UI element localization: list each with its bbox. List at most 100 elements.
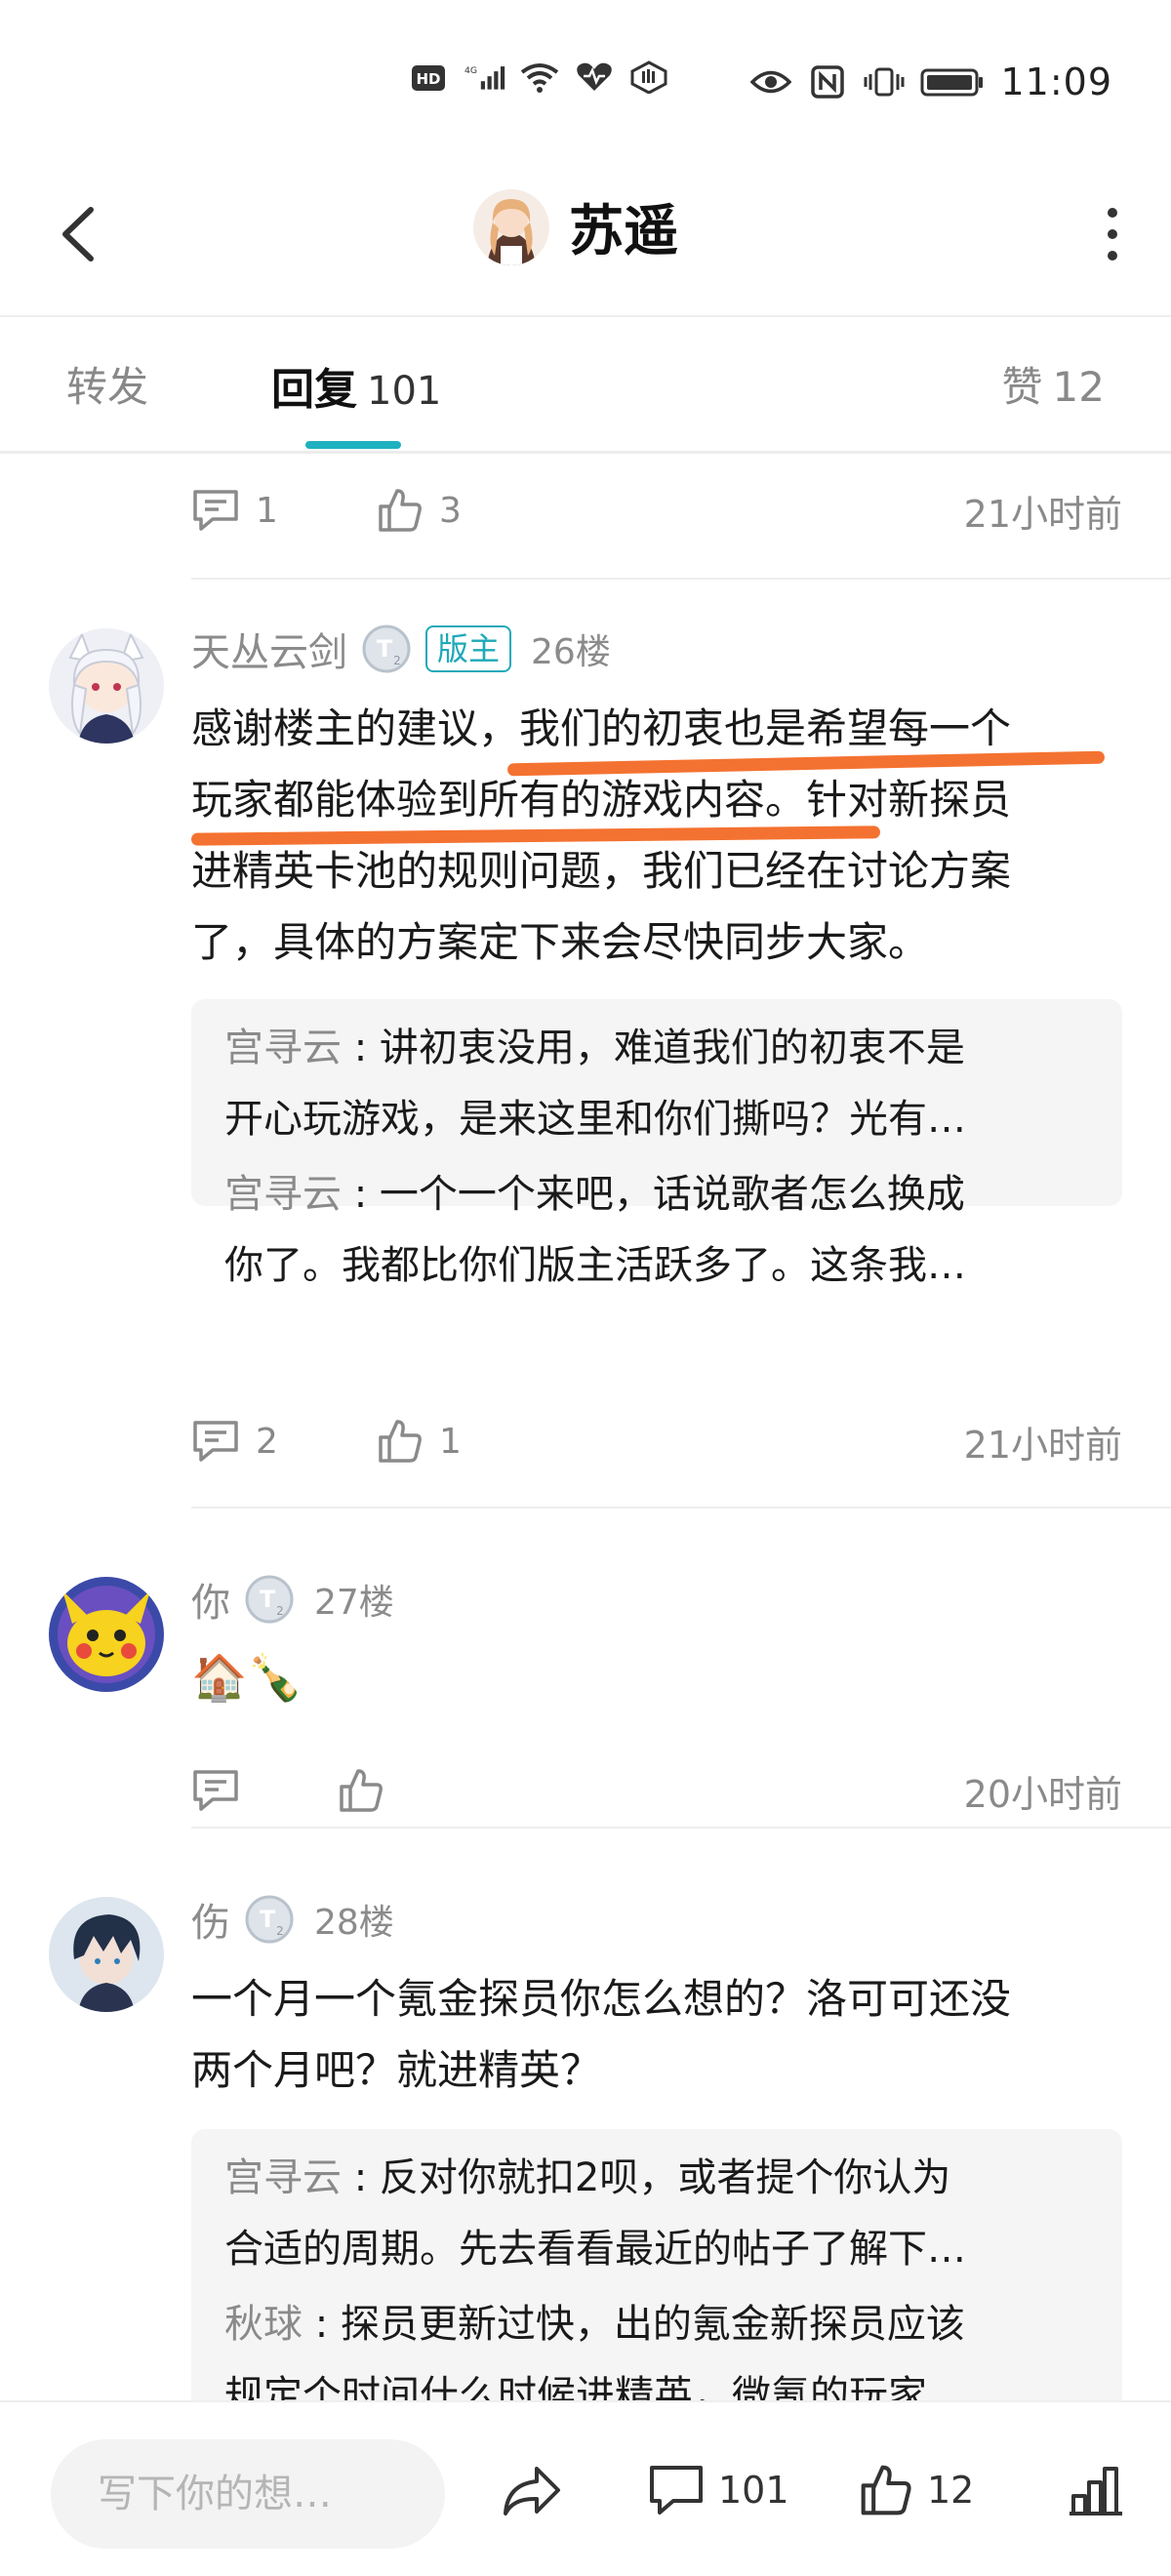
header-bar: 苏遥 [0,166,1171,317]
svg-text:T: T [260,1586,276,1613]
reply-post: 你 T2 27楼 🏠🍾 20小时前 [0,1526,1171,1858]
eye-comfort-icon [750,70,792,94]
heart-health-icon [577,62,612,91]
post-like-count: 12 [927,2469,975,2512]
divider [191,1507,1171,1509]
avatar[interactable] [49,1577,164,1692]
sub-reply-author[interactable]: 宫寻云 [224,1172,342,1217]
vibrate-icon [864,67,905,97]
tab-reply[interactable]: 回复 101 [271,354,441,417]
hd-icon: HD [412,65,445,91]
like-button[interactable]: 1 [377,1418,572,1465]
sub-reply[interactable]: 宫寻云 : 反对你就扣2呗，或者提个你认为 合适的周期。先去看看最近的帖子了解下… [224,2143,1089,2285]
stats-button[interactable] [1068,2441,1124,2539]
more-options-button[interactable] [1083,195,1142,273]
tab-reply-count: 101 [367,369,442,414]
svg-text:T: T [260,1906,276,1933]
moderator-badge: 版主 [425,625,512,672]
sub-reply[interactable]: 宫寻云 : 讲初衷没用，难道我们的初衷不是 开心玩游戏，是来这里和你们撕吗？光有… [224,1013,1089,1155]
like-button[interactable] [338,1767,533,1814]
author-row: 伤 T2 28楼 [191,1891,394,1948]
comments-button[interactable]: 101 [648,2441,789,2539]
comment-button[interactable]: 1 [191,488,377,533]
sub-reply-text-cont: 合适的周期。先去看看最近的帖子了解下… [224,2227,966,2272]
avatar[interactable] [49,628,164,744]
comment-icon [650,2466,703,2515]
divider [191,1827,1171,1829]
post-body-emoji: 🏠🍾 [191,1651,303,1704]
author-name[interactable]: 你 [191,1571,230,1628]
page-title-group[interactable]: 苏遥 [473,187,678,266]
sub-reply-text: 探员更新过快，出的氪金新探员应该 [340,2302,965,2347]
sub-reply-author[interactable]: 秋球 [224,2302,303,2347]
post-body-line: 玩家都能体验到所有的游戏内容。针对新探员 [191,776,1012,824]
author-name[interactable]: 伤 [191,1891,230,1948]
sub-reply-author[interactable]: 宫寻云 [224,2155,342,2200]
post-time: 21小时前 [963,1423,1122,1467]
back-button[interactable] [39,195,117,273]
tab-like-count: 12 [1052,363,1105,411]
tab-bar: 转发 回复 101 赞 12 [0,319,1171,454]
sub-reply-text-cont: 你了。我都比你们版主活跃多了。这条我… [224,1243,966,1288]
fox-girl-avatar-image [49,628,164,744]
avatar[interactable] [49,1897,164,2012]
tab-forward[interactable]: 转发 [66,354,148,414]
reply-feed[interactable]: 1 3 21小时前 天丛云剑 T2 版主 26楼 感谢楼主的建议，我们的初衷也是… [0,457,1171,2400]
page-title: 苏遥 [569,200,678,263]
sub-reply-text-cont: 开心玩游戏，是来这里和你们撕吗？光有… [224,1097,966,1142]
nfc-icon [811,65,845,99]
comments-count: 101 [718,2469,789,2512]
reply-post: 伤 T2 28楼 一个月一个氪金探员你怎么想的？洛可可还没 两个月吧？就进精英？… [0,1846,1171,2400]
battery-icon [920,68,984,97]
tab-like-label: 赞 [1001,363,1043,411]
sub-reply-text-cont: 规定个时间什么时候进精英，微氪的玩家 [224,2373,927,2400]
svg-text:2: 2 [393,654,401,667]
comment-icon [193,1770,238,1811]
post-body: 一个月一个氪金探员你怎么想的？洛可可还没 两个月吧？就进精英？ [191,1963,1128,2106]
level-badge-icon: T2 [245,1575,294,1624]
status-icons-left: HD 4G [410,60,669,94]
svg-text:4G: 4G [464,65,477,76]
post-body-line: 两个月吧？就进精英？ [191,2046,602,2094]
status-bar: HD 4G 11:09 [0,0,1171,166]
author-row: 你 T2 27楼 [191,1571,394,1628]
comment-count: 2 [256,1421,278,1462]
svg-text:HD: HD [416,70,440,88]
compose-reply-input[interactable]: 写下你的想… [51,2439,445,2549]
tab-like[interactable]: 赞 12 [1002,354,1105,414]
post-actions: 2 1 21小时前 [191,1407,1122,1475]
signal-4g-icon: 4G [464,65,505,90]
like-count: 3 [439,490,462,531]
comment-count: 1 [256,490,278,531]
author-row: 天丛云剑 T2 版主 26楼 [191,621,611,677]
share-button[interactable] [500,2441,564,2539]
thumbs-up-icon [340,1769,383,1812]
svg-text:2: 2 [276,1924,284,1938]
sub-reply[interactable]: 秋球 : 探员更新过快，出的氪金新探员应该 规定个时间什么时候进精英，微氪的玩家 [224,2289,1089,2400]
post-actions: 1 3 21小时前 [191,476,1122,544]
author-avatar[interactable] [473,188,549,265]
sub-replies-box[interactable]: 宫寻云 : 反对你就扣2呗，或者提个你认为 合适的周期。先去看看最近的帖子了解下… [191,2129,1122,2400]
tab-forward-label: 转发 [66,363,149,411]
post-body-line: 进精英卡池的规则问题，我们已经在讨论方案 [191,847,1012,895]
comment-icon [193,1421,238,1462]
divider [191,578,1171,580]
thumbs-up-icon [379,489,422,532]
post-actions: 20小时前 [191,1756,1122,1825]
sub-reply[interactable]: 宫寻云 : 一个一个来吧，话说歌者怎么换成 你了。我都比你们版主活跃多了。这条我… [224,1159,1089,1302]
sub-reply-author[interactable]: 宫寻云 [224,1026,342,1070]
sub-replies-box[interactable]: 宫寻云 : 讲初衷没用，难道我们的初衷不是 开心玩游戏，是来这里和你们撕吗？光有… [191,999,1122,1288]
comment-button[interactable]: 2 [191,1419,377,1464]
status-icons-right: 11:09 [750,60,1112,103]
author-name[interactable]: 天丛云剑 [191,621,347,677]
sub-reply-text: 反对你就扣2呗，或者提个你认为 [379,2155,951,2200]
thumbs-up-icon [861,2465,911,2516]
like-button[interactable]: 3 [377,487,572,534]
chevron-left-icon [62,207,94,262]
sub-reply-text: 一个一个来吧，话说歌者怎么换成 [379,1172,965,1217]
post-body-line: 了，具体的方案定下来会尽快同步大家。 [191,918,930,966]
sub-reply-text: 讲初衷没用，难道我们的初衷不是 [379,1026,965,1070]
like-post-button[interactable]: 12 [859,2441,974,2539]
tab-reply-label: 回复 [271,365,357,415]
bottom-action-bar: 写下你的想… 101 12 [0,2400,1171,2576]
